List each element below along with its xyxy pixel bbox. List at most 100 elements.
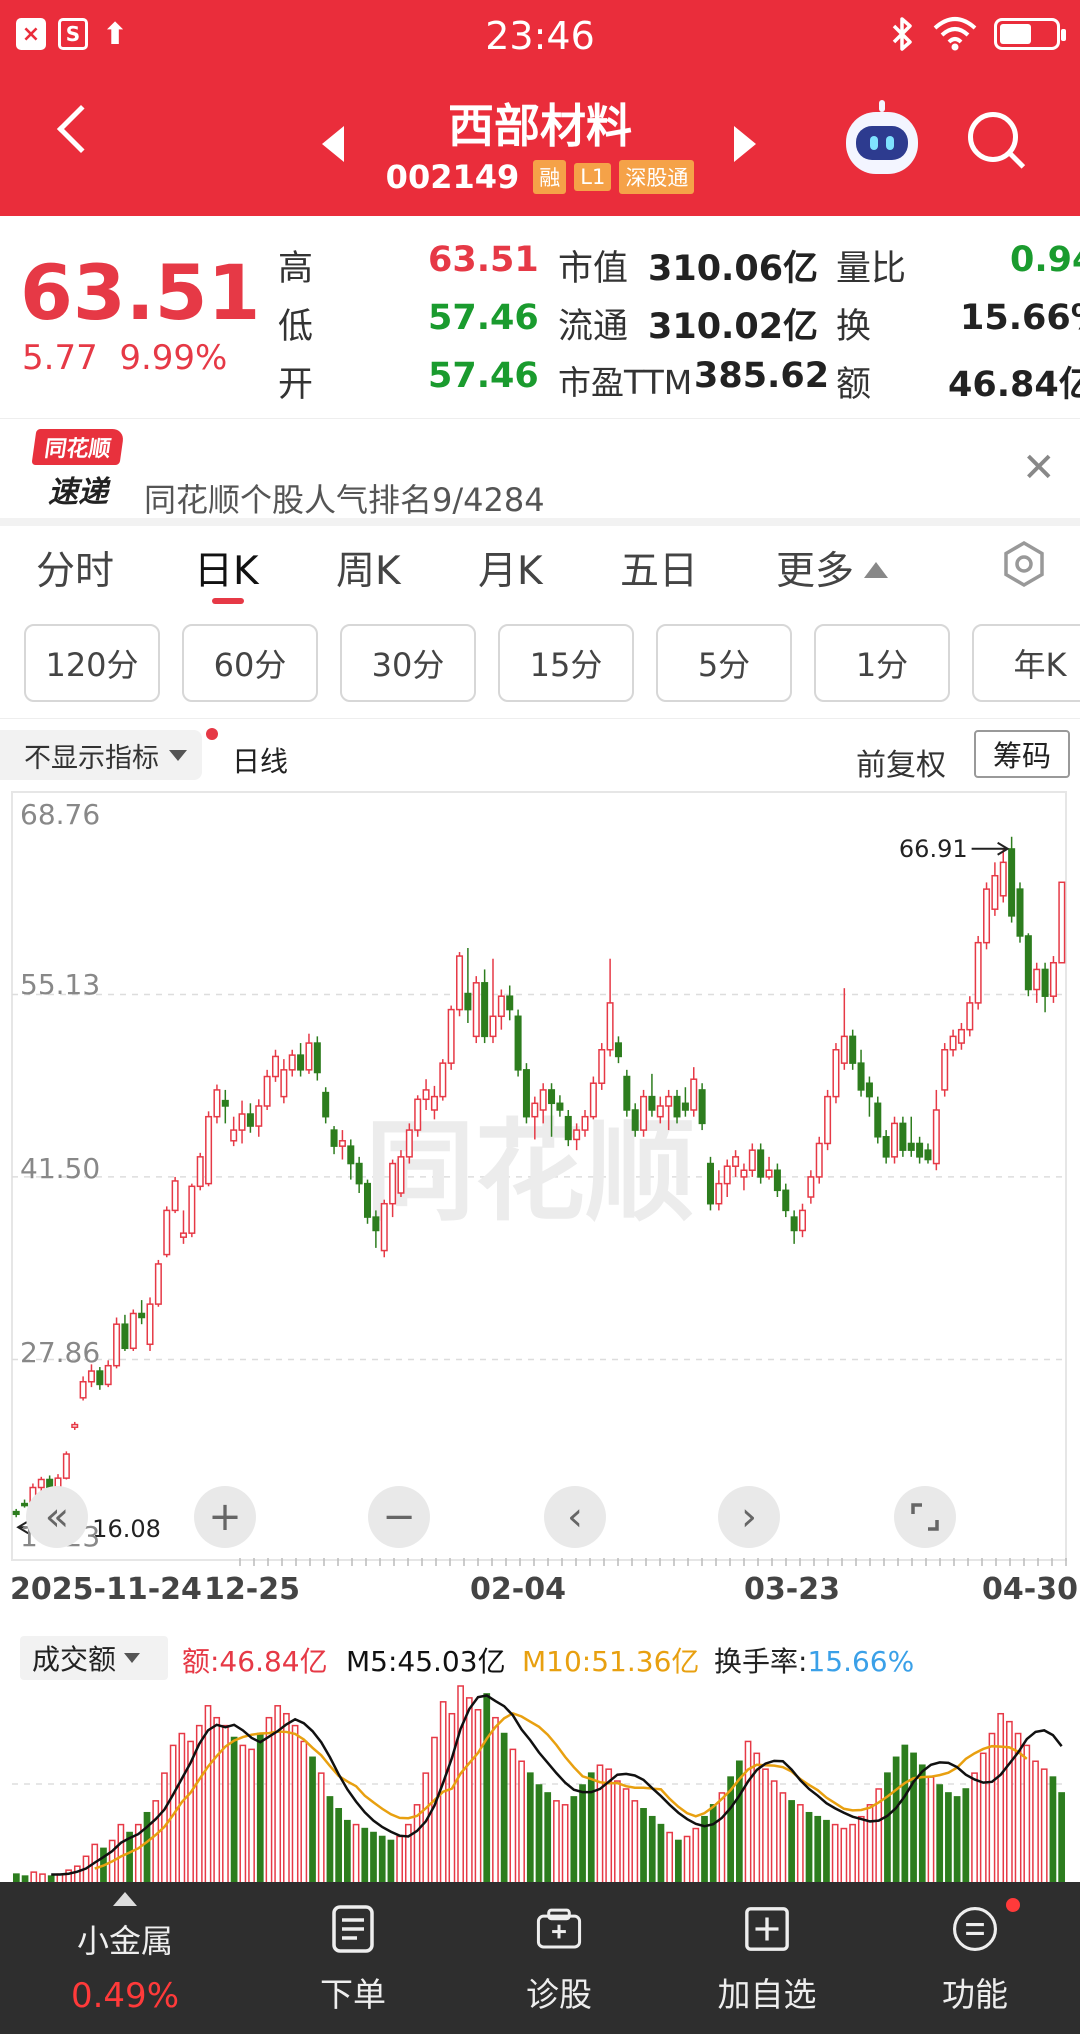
candle-body (305, 1042, 313, 1071)
search-icon[interactable] (968, 112, 1026, 170)
volume-bar (300, 1740, 308, 1884)
sector-name: 小金属 (76, 1922, 173, 1960)
volume-bar (465, 1697, 473, 1884)
dropdown-caret-icon (169, 749, 187, 761)
zoom-out-icon[interactable]: − (368, 1486, 430, 1548)
scroll-right-icon[interactable]: › (718, 1486, 780, 1548)
candle-body (288, 1054, 296, 1071)
period-120min[interactable]: 120分 (24, 624, 160, 702)
volume-bar (526, 1772, 534, 1884)
tab-more[interactable]: 更多 (776, 540, 889, 596)
kline-chart[interactable]: 同花顺66.9116.08 68.76 55.13 41.50 27.86 14… (0, 790, 1080, 1607)
candle-body (581, 1115, 589, 1131)
diagnose-button[interactable]: 诊股 (484, 1904, 634, 2016)
volume-bar (666, 1831, 674, 1884)
volume-bar (866, 1804, 874, 1884)
volume-bar (500, 1732, 508, 1884)
period-15min[interactable]: 15分 (498, 624, 634, 702)
metric-label-float: 流通 (558, 307, 629, 347)
candle-body (1016, 888, 1024, 937)
tab-monthly-k[interactable]: 月K (478, 540, 543, 596)
add-box-icon (745, 1907, 789, 1951)
ths-express-logo: 同花顺 速递 (31, 429, 125, 511)
candle-body (614, 1042, 622, 1058)
tab-weekly-k[interactable]: 周K (336, 540, 401, 596)
rewind-icon[interactable]: « (26, 1486, 88, 1548)
volume-bar (831, 1823, 839, 1884)
candle-body (874, 1102, 882, 1138)
popularity-banner[interactable]: 同花顺 速递 同花顺个股人气排名9/4284 ✕ (0, 418, 1080, 519)
volume-bar (344, 1819, 351, 1884)
candle-body (71, 1423, 79, 1429)
candle-body (62, 1453, 70, 1479)
bottom-toolbar: 小金属 0.49% 下单 诊股 加自选 功能 (0, 1882, 1080, 2034)
volume-chart[interactable] (0, 1684, 1080, 1884)
close-icon[interactable]: ✕ (1022, 445, 1056, 491)
volume-bar (213, 1716, 221, 1884)
tab-five-day[interactable]: 五日 (620, 540, 698, 596)
candle-body (698, 1089, 706, 1125)
candle-body (690, 1078, 698, 1111)
candle-body (656, 1105, 664, 1118)
metric-label-pe: 市盈TTM (558, 363, 693, 402)
volume-header: 成交额 额:46.84亿 M5:45.03亿 M10:51.36亿 换手率:15… (0, 1628, 1080, 1684)
x-tick-label: 04-30 (982, 1572, 1078, 1607)
volume-bar (309, 1756, 316, 1884)
candle-body (230, 1129, 238, 1142)
candle-body (974, 941, 982, 1004)
candle-body (999, 861, 1007, 897)
candle-body (732, 1156, 740, 1167)
volume-bar (370, 1831, 377, 1884)
zoom-in-icon[interactable]: + (194, 1486, 256, 1548)
volume-bar (936, 1784, 944, 1884)
tab-daily-k[interactable]: 日K (194, 540, 259, 596)
candle-body (598, 1049, 606, 1084)
tab-more-label: 更多 (776, 549, 855, 594)
volume-bar (997, 1712, 1005, 1884)
period-1min[interactable]: 1分 (814, 624, 950, 702)
candle-body (556, 1102, 564, 1111)
chip-distribution-button[interactable]: 筹码 (974, 730, 1070, 778)
volume-indicator-dropdown[interactable]: 成交额 (20, 1636, 168, 1680)
candle-body (648, 1095, 656, 1111)
period-30min[interactable]: 30分 (340, 624, 476, 702)
volume-bar (457, 1685, 464, 1884)
tab-intraday[interactable]: 分时 (36, 540, 114, 596)
order-button[interactable]: 下单 (278, 1904, 428, 2016)
volume-bar (587, 1772, 595, 1884)
adjust-mode[interactable]: 前复权 (856, 740, 946, 784)
volume-bar (317, 1772, 325, 1884)
settings-hex-icon[interactable] (1000, 540, 1048, 588)
period-yearly-k[interactable]: 年K (972, 624, 1080, 702)
fullscreen-icon[interactable] (894, 1486, 956, 1548)
stock-subtitle: 002149 融 L1 深股通 (0, 158, 1080, 196)
candle-body (238, 1113, 246, 1131)
period-5min[interactable]: 5分 (656, 624, 792, 702)
metric-value-amount: 46.84亿 (948, 365, 1080, 405)
functions-button[interactable]: 功能 (900, 1904, 1050, 2016)
candle-body (991, 874, 999, 910)
candle-body (456, 955, 464, 1011)
candle-body (405, 1129, 413, 1158)
next-stock-icon[interactable] (734, 126, 756, 162)
candle-body (983, 888, 991, 944)
candle-body (196, 1156, 204, 1188)
add-watchlist-button[interactable]: 加自选 (692, 1904, 842, 2016)
bluetooth-icon (892, 17, 912, 51)
candle-body (138, 1312, 146, 1319)
scroll-left-icon[interactable]: ‹ (544, 1486, 606, 1548)
candle-body (364, 1182, 372, 1218)
volume-bar (640, 1808, 647, 1884)
candle-body (573, 1129, 581, 1141)
assistant-robot-icon[interactable] (846, 100, 918, 174)
current-price: 63.51 (20, 248, 261, 337)
candle-body (221, 1099, 229, 1107)
indicator-dropdown[interactable]: 不显示指标 (0, 730, 202, 780)
candle-body (757, 1149, 765, 1178)
x-tick-label: 02-04 (470, 1572, 566, 1607)
volume-bar (143, 1811, 151, 1884)
sector-quick-view[interactable]: 小金属 0.49% (40, 1882, 210, 2016)
period-60min[interactable]: 60分 (182, 624, 318, 702)
candle-body (506, 995, 514, 1011)
candle-body (631, 1109, 639, 1131)
